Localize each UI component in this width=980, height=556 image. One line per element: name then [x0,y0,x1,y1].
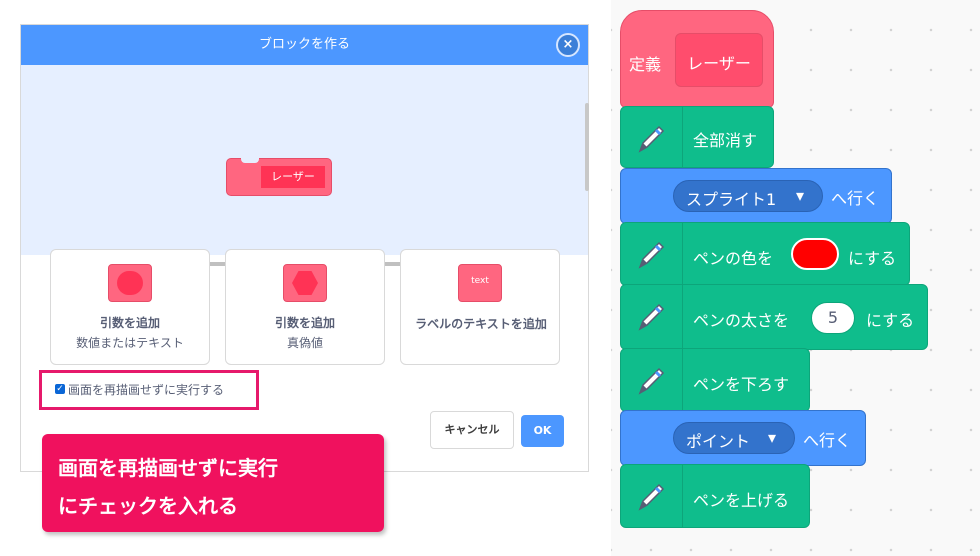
define-name-slot: レーザー [675,33,763,87]
motion-goto-block[interactable]: ポイント ▾ へ行く [620,410,866,466]
vertical-scrollbar[interactable] [585,103,589,191]
close-button[interactable]: × [556,33,580,57]
pen-up-block[interactable]: ペンを上げる [620,464,810,528]
run-without-refresh-highlight: ✓ 画面を再描画せずに実行する [39,370,259,410]
make-block-dialog: ブロックを作る × レーザー 引数を追加 数値またはテキスト 引数を追加 真偽値… [20,24,589,472]
add-input-boolean-button[interactable]: 引数を追加 真偽値 [225,249,385,365]
block-preview-area: レーザー [21,65,588,266]
add-label-text-button[interactable]: text ラベルのテキストを追加 [400,249,560,365]
chevron-down-icon: ▾ [796,186,805,205]
dialog-header: ブロックを作る × [21,25,588,65]
dialog-title: ブロックを作る [258,37,350,52]
goto-target-dropdown[interactable]: スプライト1 ▾ [673,180,823,212]
pen-icon [621,107,683,167]
set-pen-size-block[interactable]: ペンの太さを 5 にする [620,284,928,350]
close-icon: × [562,37,574,52]
pen-down-block[interactable]: ペンを下ろす [620,348,810,412]
set-pen-color-block[interactable]: ペンの色を にする [620,222,910,286]
goto-target-dropdown[interactable]: ポイント ▾ [673,422,795,454]
pen-clear-block[interactable]: 全部消す [620,106,774,168]
chevron-down-icon: ▾ [768,428,777,447]
pen-icon [621,223,683,285]
instruction-callout: 画面を再描画せずに実行 にチェックを入れる [42,434,384,532]
add-input-number-text-button[interactable]: 引数を追加 数値またはテキスト [50,249,210,365]
run-without-refresh-checkbox[interactable]: ✓ [55,384,65,394]
boolean-input-icon [283,264,327,302]
run-without-refresh-label[interactable]: 画面を再描画せずに実行する [68,381,224,398]
motion-goto-block[interactable]: スプライト1 ▾ へ行く [620,168,892,224]
preview-block: レーザー [226,158,332,196]
round-input-icon [108,264,152,302]
ok-button[interactable]: OK [521,415,564,447]
text-label-icon: text [458,264,502,302]
block-name-field[interactable]: レーザー [261,166,325,188]
pen-icon [621,349,683,411]
pen-icon [621,285,683,349]
define-block[interactable]: 定義 レーザー [620,10,774,108]
pen-color-picker[interactable] [791,238,839,270]
pen-icon [621,465,683,527]
pen-size-input[interactable]: 5 [811,302,855,334]
cancel-button[interactable]: キャンセル [430,411,514,449]
